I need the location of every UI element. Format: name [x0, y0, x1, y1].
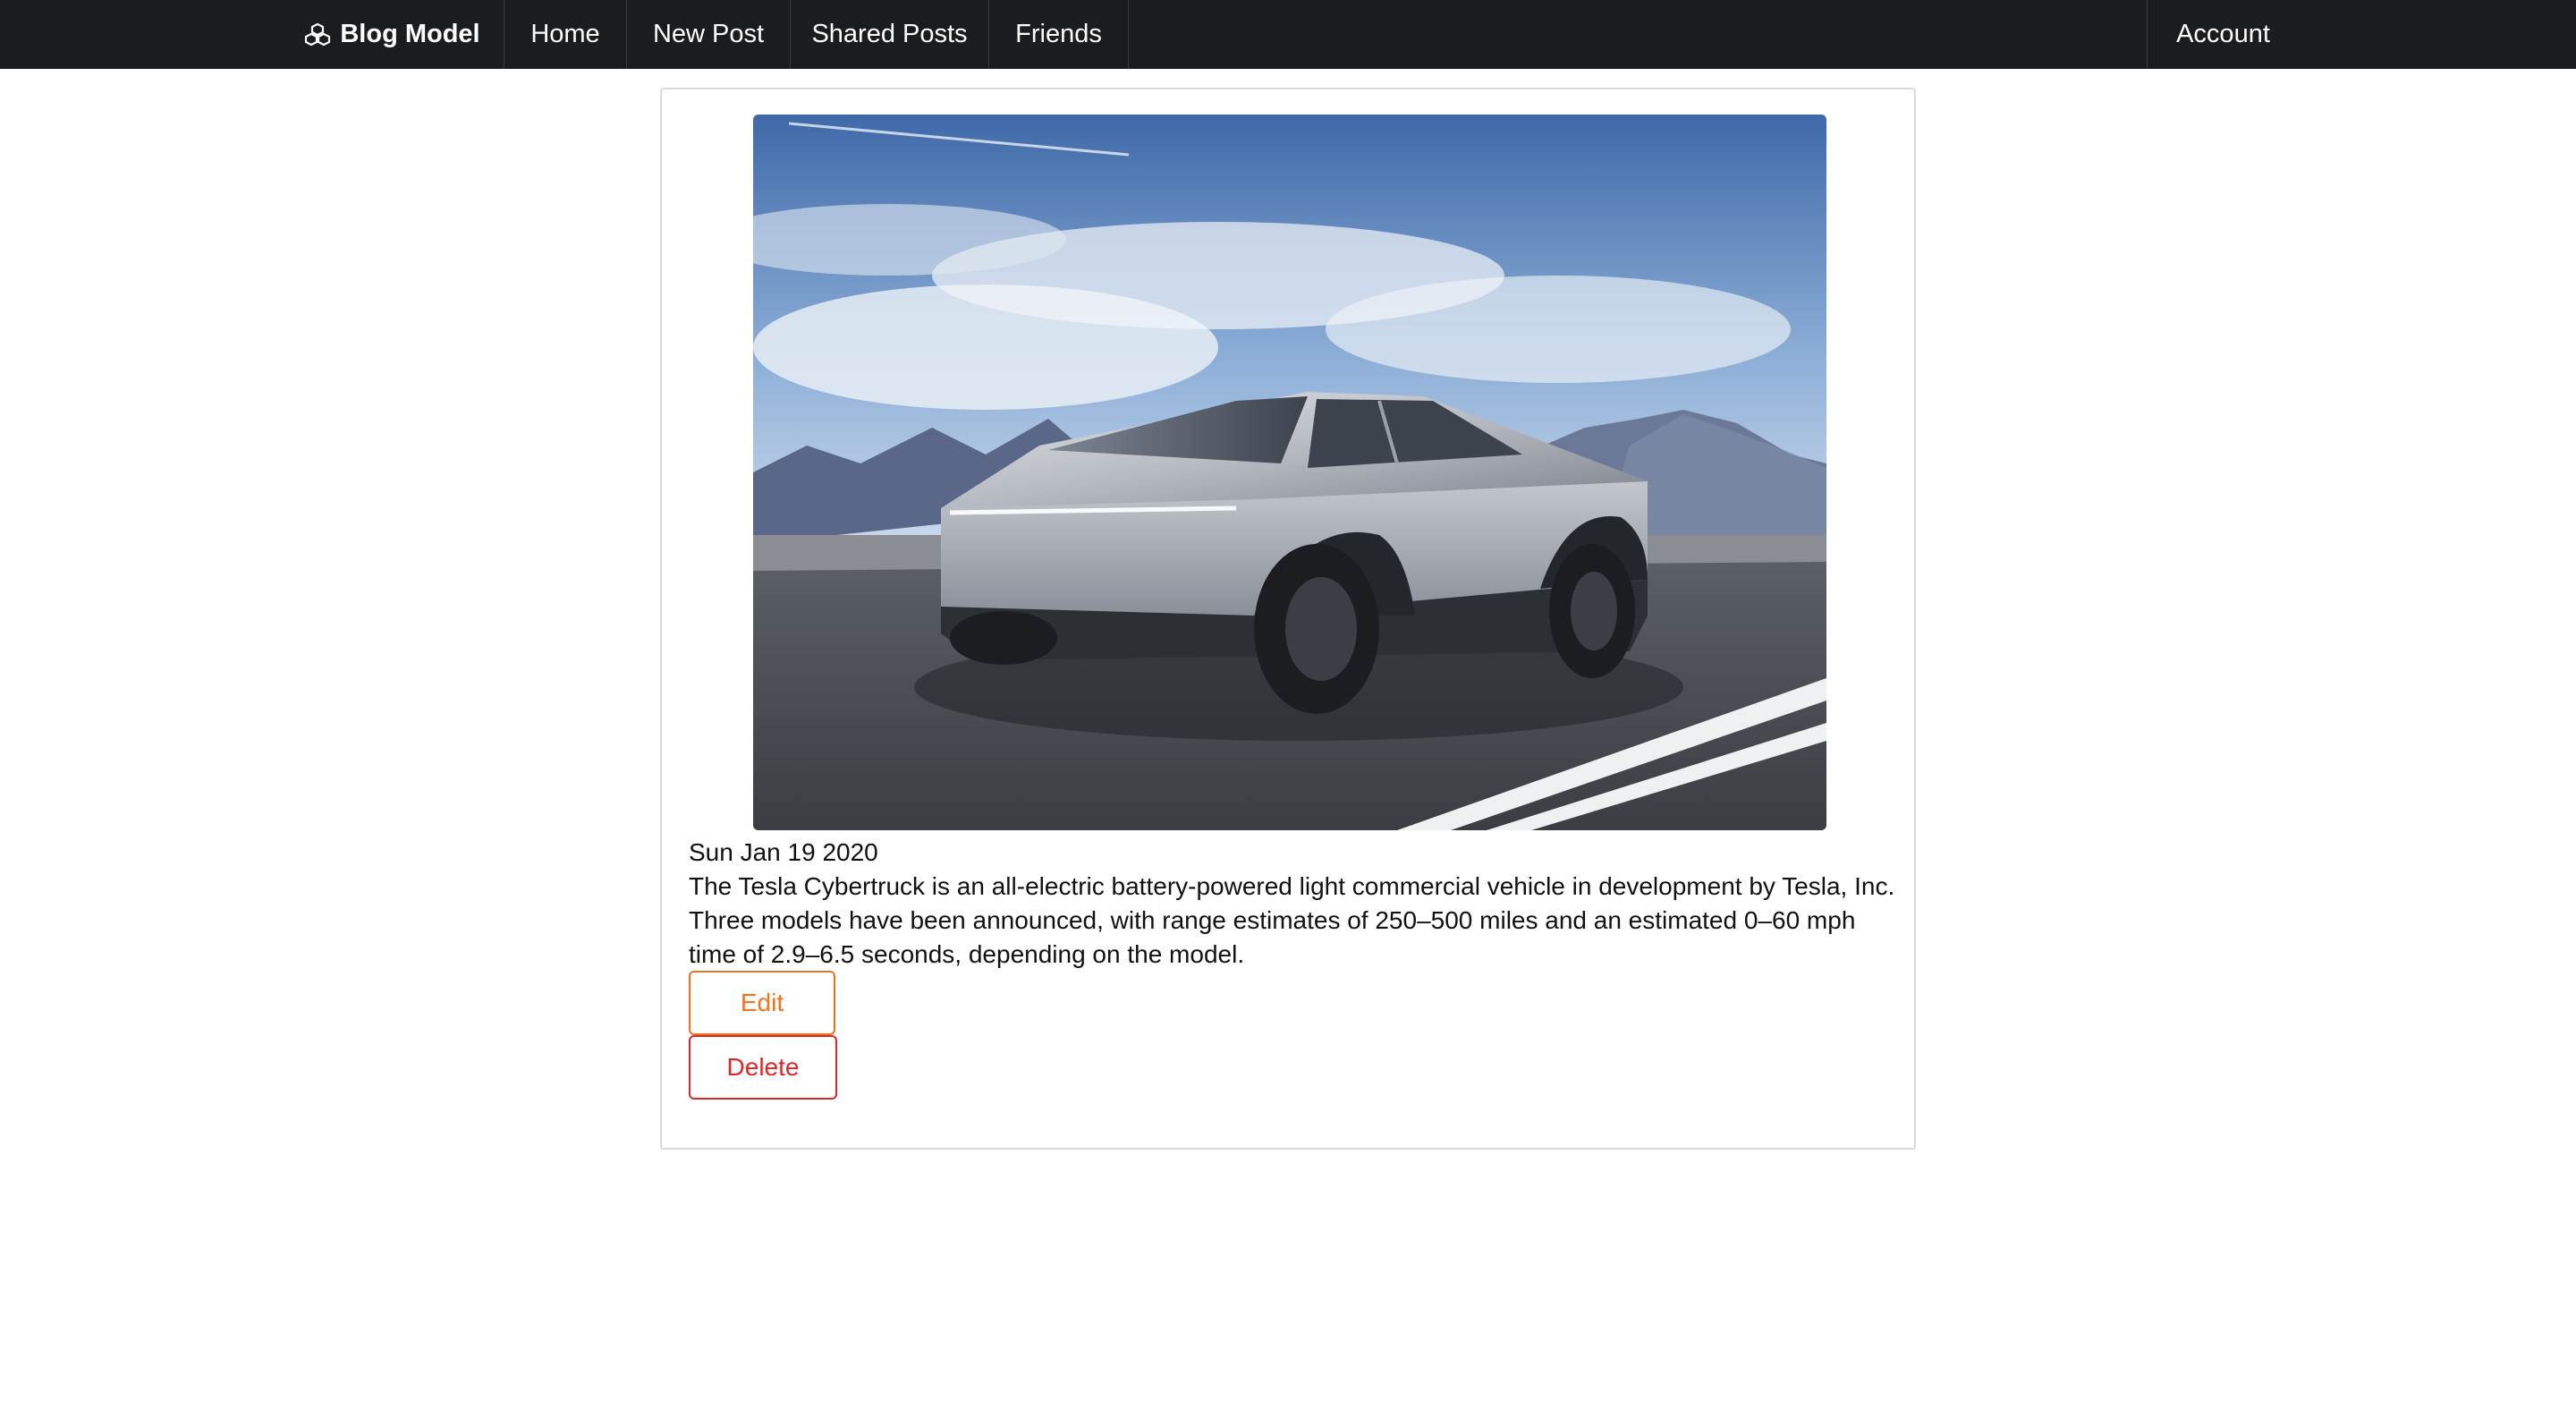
- brand-label: Blog Model: [340, 20, 480, 48]
- post-body: The Tesla Cybertruck is an all-electric …: [689, 872, 1895, 968]
- nav-friends[interactable]: Friends: [989, 0, 1129, 69]
- top-navbar: Blog Model Home New Post Shared Posts Fr…: [0, 0, 2576, 69]
- nav-home[interactable]: Home: [504, 0, 627, 69]
- cubes-icon: [304, 21, 331, 48]
- nav-account[interactable]: Account: [2147, 0, 2299, 69]
- delete-button[interactable]: Delete: [689, 1035, 837, 1100]
- post-image: [753, 115, 1826, 830]
- nav-shared-posts[interactable]: Shared Posts: [791, 0, 989, 69]
- post-date: Sun Jan 19 2020: [689, 838, 878, 866]
- nav-new-post[interactable]: New Post: [627, 0, 791, 69]
- post-card: Sun Jan 19 2020 The Tesla Cybertruck is …: [660, 88, 1916, 1150]
- brand-link[interactable]: Blog Model: [281, 0, 504, 69]
- edit-button[interactable]: Edit: [689, 971, 835, 1035]
